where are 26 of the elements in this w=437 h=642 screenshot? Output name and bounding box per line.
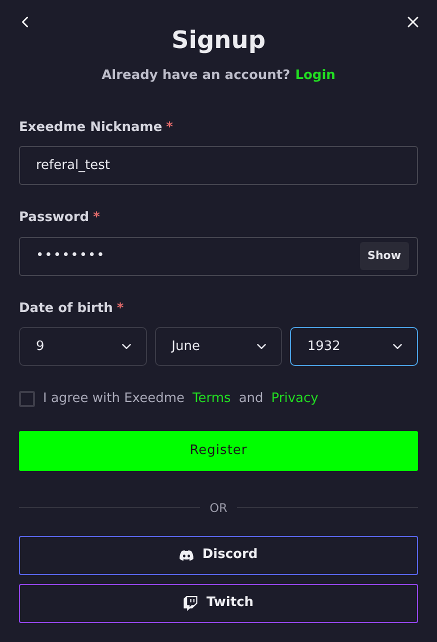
page-title: Signup: [171, 25, 266, 56]
register-button[interactable]: Register: [19, 430, 418, 470]
chat-bubble-icon: [183, 596, 198, 610]
field-label: Date of birth: [19, 300, 113, 318]
privacy-link[interactable]: Privacy: [271, 389, 318, 408]
required-mark: *: [166, 118, 173, 136]
show-button[interactable]: Show: [360, 242, 409, 270]
discord-button[interactable]: Discord: [19, 536, 418, 574]
dropdown[interactable]: 1932: [290, 327, 418, 366]
agreement-text: and: [238, 390, 264, 408]
twitch-button[interactable]: Twitch: [19, 584, 418, 622]
password-field[interactable]: •••••••• Show: [19, 236, 418, 276]
checkbox[interactable]: [19, 390, 35, 407]
input-field[interactable]: referal_test: [19, 146, 418, 185]
field-label: Exeedme Nickname: [19, 118, 162, 136]
dropdown[interactable]: 9: [19, 327, 147, 366]
gamepad-icon: [179, 548, 194, 562]
agreement-text: I agree with Exeedme: [43, 390, 185, 408]
divider-text: OR: [210, 500, 228, 516]
terms-link[interactable]: Terms: [192, 389, 231, 408]
required-mark: *: [116, 300, 124, 318]
required-mark: *: [93, 209, 100, 227]
field-label: Password: [19, 209, 90, 227]
dropdown[interactable]: June: [154, 327, 282, 366]
subtitle: Already have an account?: [102, 67, 290, 85]
login-link[interactable]: Login: [295, 66, 336, 86]
